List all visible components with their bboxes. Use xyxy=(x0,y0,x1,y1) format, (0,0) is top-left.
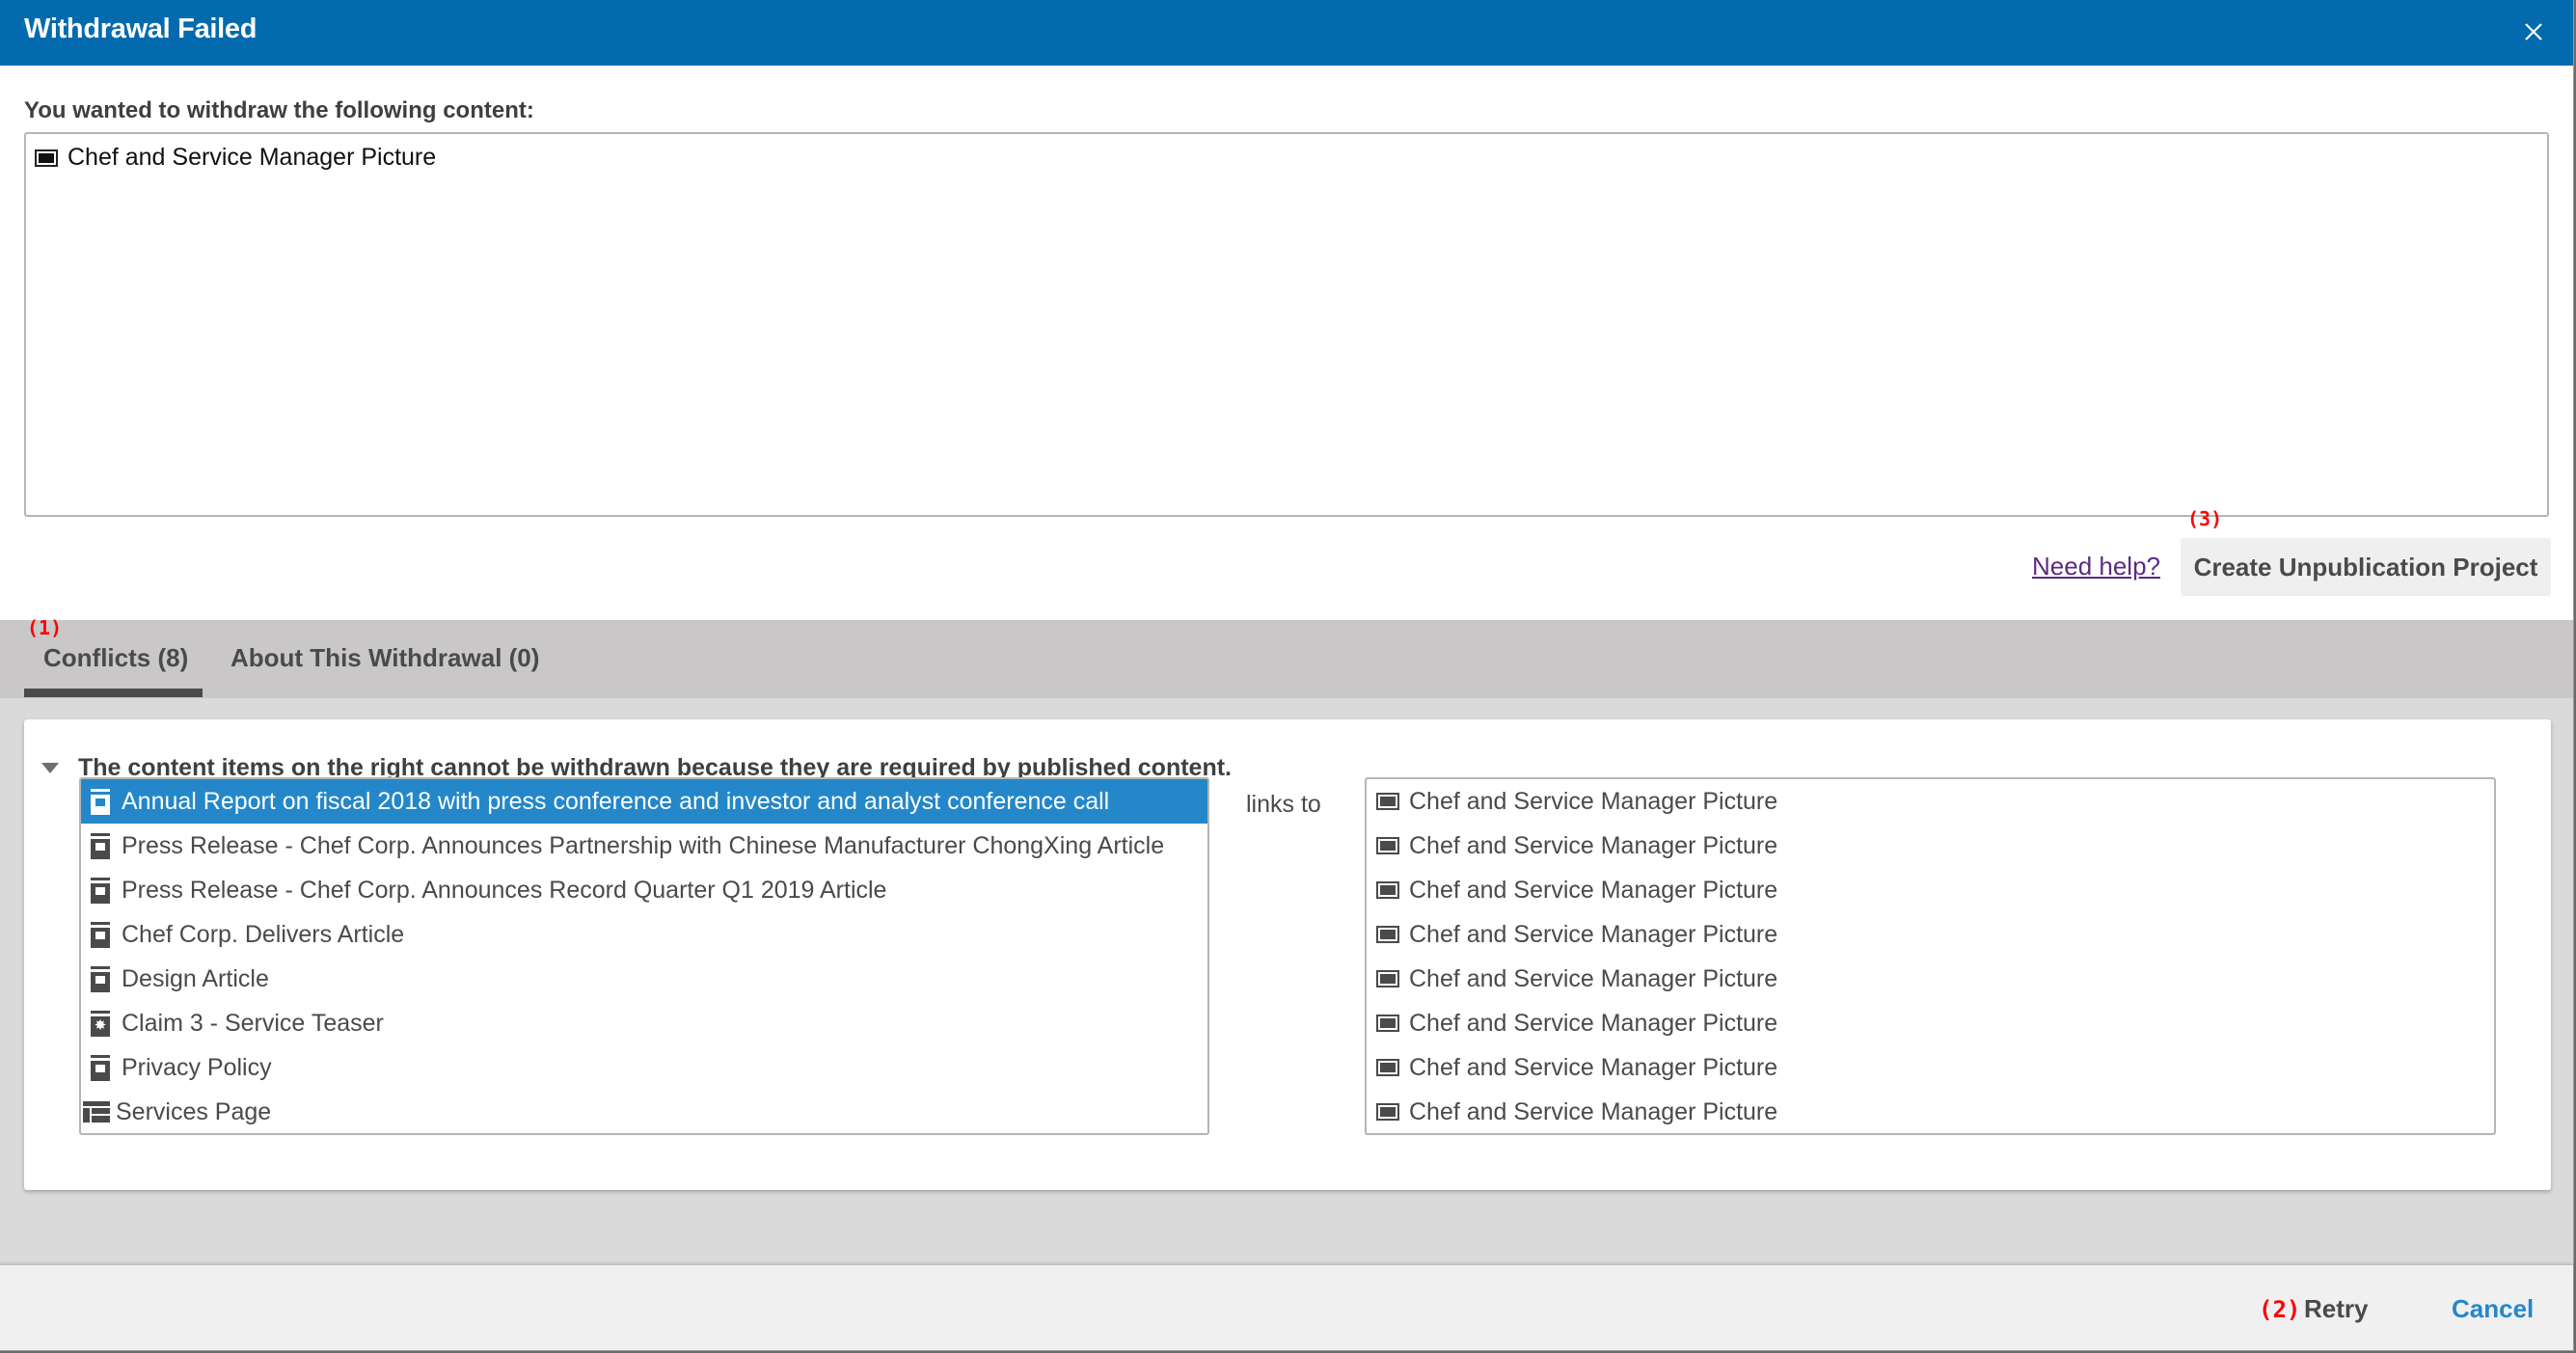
teaser-icon: ✸ xyxy=(91,1010,110,1037)
list-item-label: Chef and Service Manager Picture xyxy=(1409,1053,1778,1081)
annotation-marker-1: (1) xyxy=(27,616,63,639)
picture-icon xyxy=(1376,837,1399,854)
list-item-label: Chef and Service Manager Picture xyxy=(1409,1097,1778,1125)
article-icon xyxy=(91,877,110,904)
annotation-marker-3: (3) xyxy=(2187,507,2223,530)
list-item-label: Chef and Service Manager Picture xyxy=(1409,1009,1778,1037)
cancel-button[interactable]: Cancel xyxy=(2452,1294,2534,1324)
list-item[interactable]: Chef and Service Manager Picture xyxy=(1367,957,2494,1001)
list-item-label: Chef and Service Manager Picture xyxy=(1409,876,1778,904)
picture-icon xyxy=(1376,926,1399,943)
collapse-caret-icon[interactable] xyxy=(41,763,59,773)
list-item-label: Chef and Service Manager Picture xyxy=(1409,787,1778,815)
list-item[interactable]: Design Article xyxy=(81,957,1207,1001)
list-item[interactable]: Privacy Policy xyxy=(81,1045,1207,1090)
withdraw-content-item[interactable]: Chef and Service Manager Picture xyxy=(35,144,436,172)
list-item[interactable]: Chef Corp. Delivers Article xyxy=(81,912,1207,957)
withdraw-content-item-label: Chef and Service Manager Picture xyxy=(68,144,437,171)
list-item-label: Chef Corp. Delivers Article xyxy=(122,920,405,948)
dialog-title: Withdrawal Failed xyxy=(24,14,258,44)
required-content-list[interactable]: Chef and Service Manager Picture Chef an… xyxy=(1365,777,2496,1135)
list-item[interactable]: Press Release - Chef Corp. Announces Par… xyxy=(81,824,1207,868)
tab-conflicts[interactable]: Conflicts (8) xyxy=(43,643,188,673)
need-help-link[interactable]: Need help? xyxy=(2032,552,2160,582)
picture-icon xyxy=(35,149,58,167)
picture-icon xyxy=(1376,793,1399,810)
withdraw-content-list[interactable]: Chef and Service Manager Picture xyxy=(24,132,2549,517)
picture-icon xyxy=(1376,1059,1399,1076)
list-item[interactable]: Chef and Service Manager Picture xyxy=(1367,912,2494,957)
list-item[interactable]: Chef and Service Manager Picture xyxy=(1367,824,2494,868)
list-item-label: Privacy Policy xyxy=(122,1053,272,1081)
list-item-label: Chef and Service Manager Picture xyxy=(1409,831,1778,859)
list-item-label: Annual Report on fiscal 2018 with press … xyxy=(122,787,1110,815)
conflicts-section: The content items on the right cannot be… xyxy=(24,719,2551,1190)
picture-icon xyxy=(1376,970,1399,988)
annotation-marker-2: (2) xyxy=(2259,1296,2301,1323)
list-item[interactable]: Chef and Service Manager Picture xyxy=(1367,779,2494,824)
tab-about-this-withdrawal[interactable]: About This Withdrawal (0) xyxy=(230,643,539,673)
tab-bar: (1) Conflicts (8) About This Withdrawal … xyxy=(0,616,2573,698)
referencing-content-list[interactable]: Annual Report on fiscal 2018 with press … xyxy=(79,777,1209,1135)
article-icon xyxy=(91,1054,110,1081)
dialog-footer: (2) Retry Cancel xyxy=(0,1265,2573,1350)
picture-icon xyxy=(1376,881,1399,899)
list-item-label: Services Page xyxy=(116,1097,272,1125)
list-item[interactable]: Chef and Service Manager Picture xyxy=(1367,1090,2494,1133)
picture-icon xyxy=(1376,1015,1399,1032)
dialog-titlebar: Withdrawal Failed xyxy=(0,0,2573,66)
list-item-label: Press Release - Chef Corp. Announces Rec… xyxy=(122,876,887,904)
list-item[interactable]: Chef and Service Manager Picture xyxy=(1367,1045,2494,1090)
article-icon xyxy=(91,921,110,948)
active-tab-indicator xyxy=(24,689,203,697)
withdraw-label: You wanted to withdraw the following con… xyxy=(24,97,534,123)
article-icon xyxy=(91,788,110,815)
links-to-label: links to xyxy=(1246,791,1321,818)
list-item[interactable]: Press Release - Chef Corp. Announces Rec… xyxy=(81,868,1207,912)
close-button[interactable] xyxy=(2519,17,2548,46)
conflicts-tab-panel: The content items on the right cannot be… xyxy=(0,698,2573,1265)
article-icon xyxy=(91,832,110,859)
list-item[interactable]: Chef and Service Manager Picture xyxy=(1367,1001,2494,1045)
retry-button[interactable]: Retry xyxy=(2304,1294,2368,1324)
article-icon xyxy=(91,965,110,992)
list-item-label: Chef and Service Manager Picture xyxy=(1409,964,1778,992)
list-item[interactable]: Annual Report on fiscal 2018 with press … xyxy=(81,779,1207,824)
list-item[interactable]: ✸ Claim 3 - Service Teaser xyxy=(81,1001,1207,1045)
list-item[interactable]: Services Page xyxy=(81,1090,1207,1133)
list-item[interactable]: Chef and Service Manager Picture xyxy=(1367,868,2494,912)
list-item-label: Claim 3 - Service Teaser xyxy=(122,1009,384,1037)
close-icon xyxy=(2525,23,2542,41)
list-item-label: Chef and Service Manager Picture xyxy=(1409,920,1778,948)
list-item-label: Press Release - Chef Corp. Announces Par… xyxy=(122,831,1165,859)
picture-icon xyxy=(1376,1103,1399,1121)
withdrawal-failed-dialog: Withdrawal Failed You wanted to withdraw… xyxy=(0,0,2574,1351)
page-icon xyxy=(83,1101,110,1123)
create-unpublication-project-button[interactable]: Create Unpublication Project xyxy=(2181,538,2551,596)
list-item-label: Design Article xyxy=(122,964,269,992)
